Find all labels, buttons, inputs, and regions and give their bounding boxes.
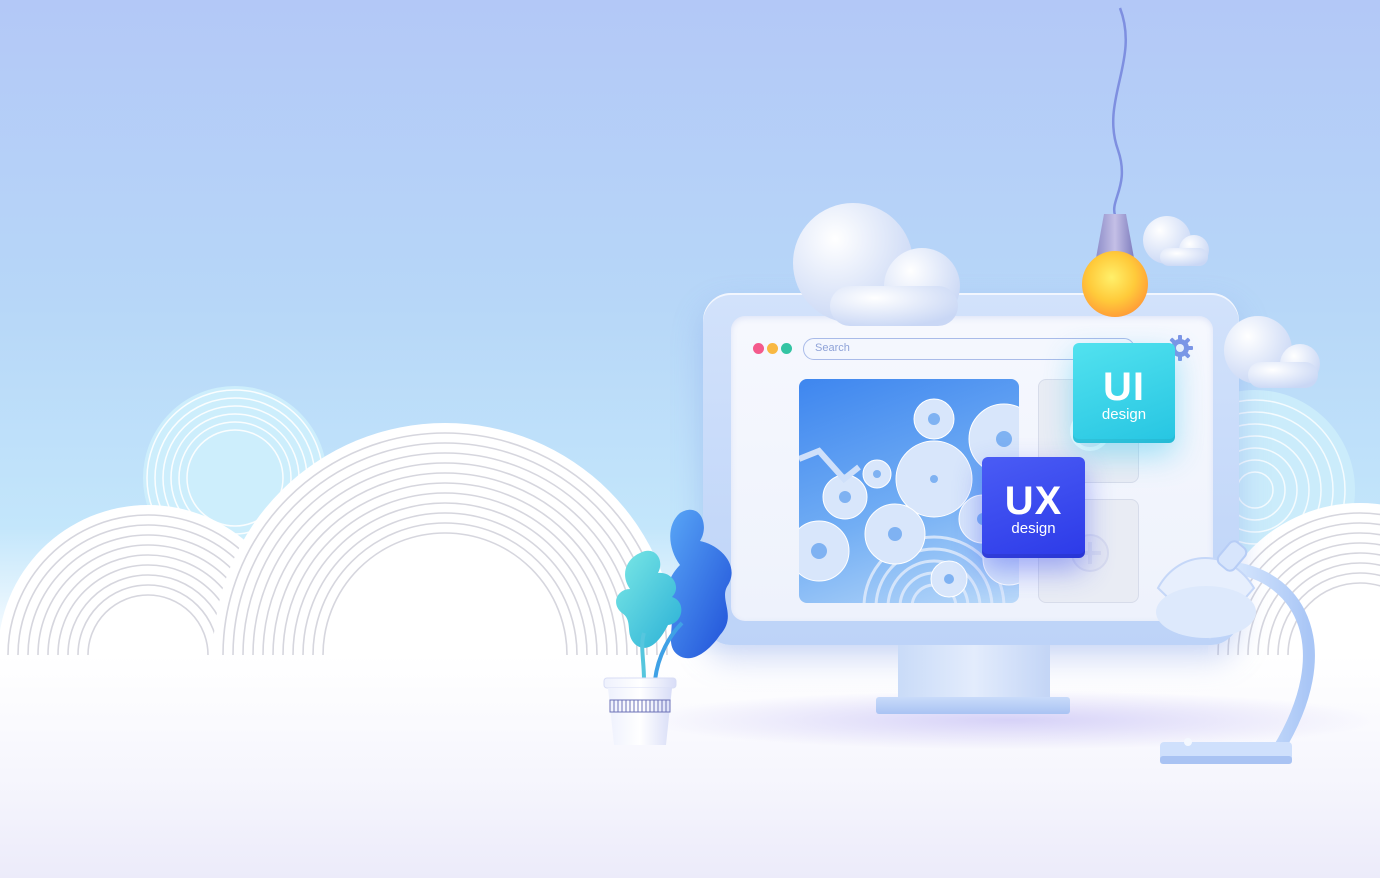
light-bulb-icon: [1082, 7, 1148, 317]
badge-ux-title: UX: [1004, 479, 1063, 523]
window-dot-close: [753, 343, 764, 354]
desk-lamp-icon: [1156, 540, 1315, 764]
badge-ui-subtitle: design: [1101, 406, 1147, 423]
badge-ux-subtitle: design: [1011, 520, 1056, 537]
monitor-neck: [898, 645, 1050, 699]
ui-design-badge[interactable]: UI design: [1073, 343, 1175, 443]
ux-design-badge[interactable]: UX design: [982, 457, 1085, 558]
plant-icon: [603, 509, 732, 745]
cloud-icon: [793, 203, 960, 326]
monitor-base: [876, 697, 1070, 714]
window-dot-minimize: [767, 343, 778, 354]
badge-ui-title: UI: [1103, 365, 1145, 409]
cloud-icon: [1224, 316, 1320, 388]
window-dot-maximize: [781, 343, 792, 354]
hero-illustration: Search UI design UX design: [0, 0, 1380, 878]
